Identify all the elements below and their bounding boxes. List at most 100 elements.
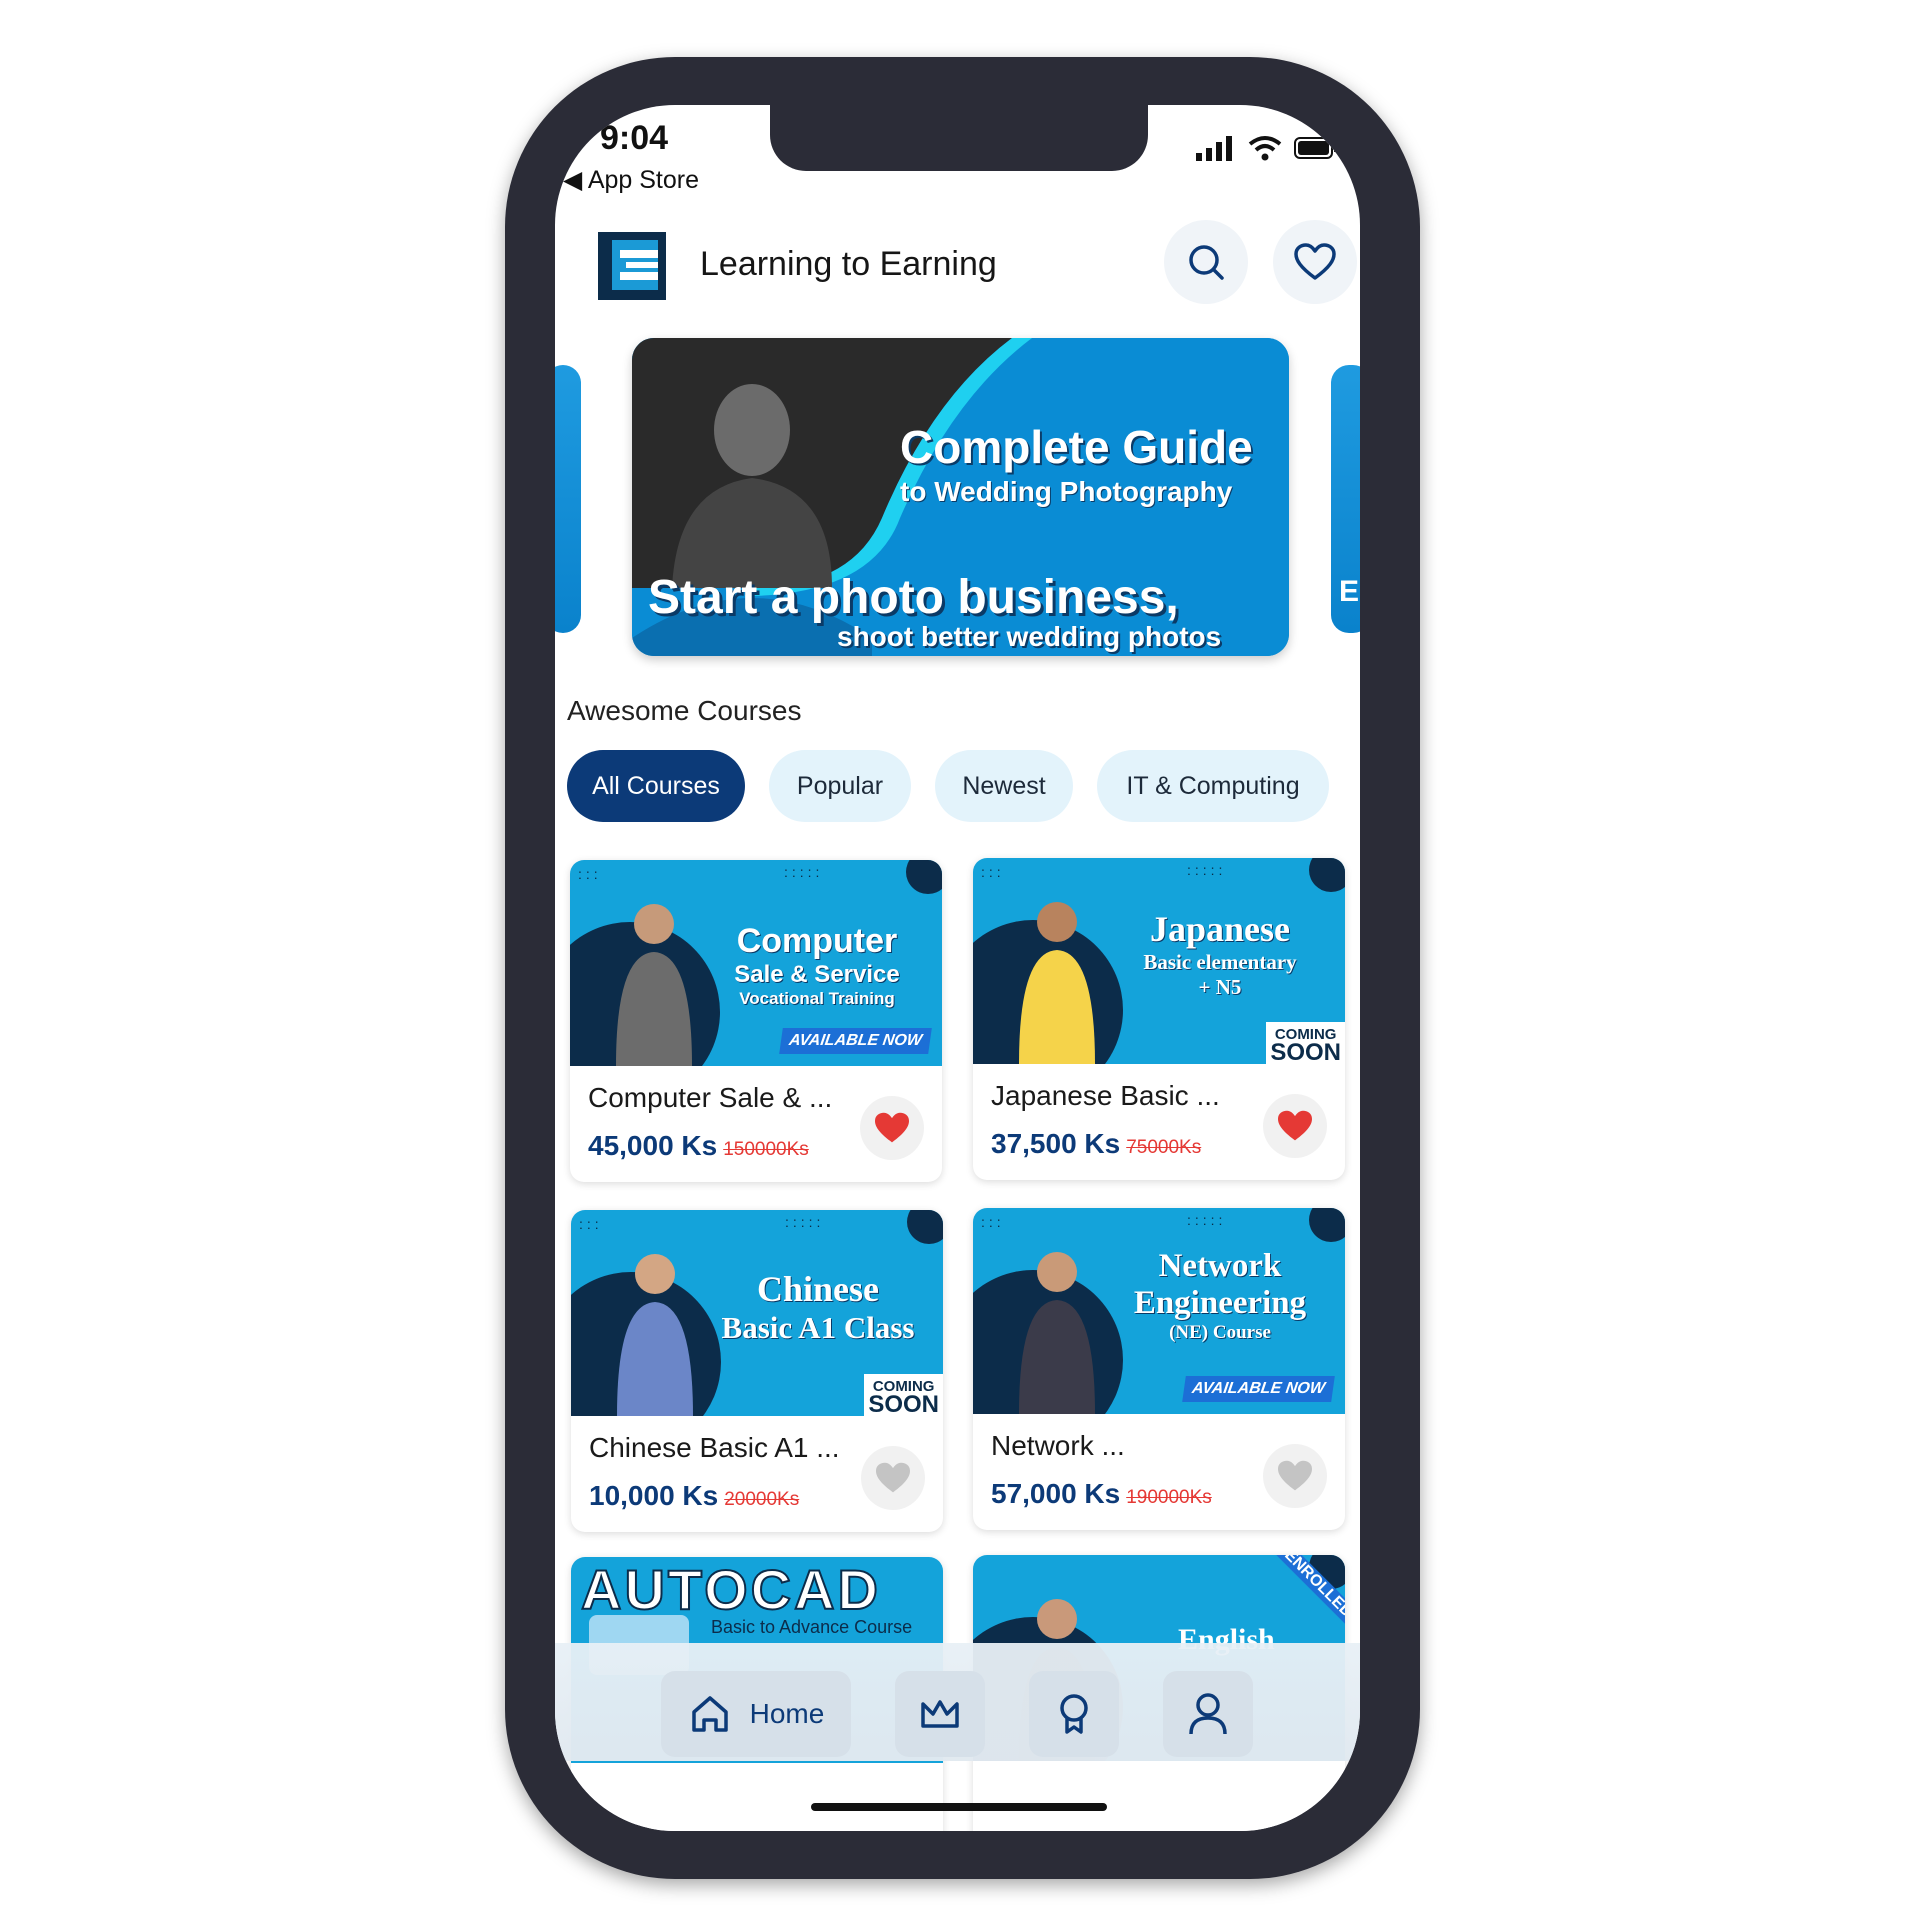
course-price: 10,000 Ks 20000Ks	[589, 1480, 799, 1512]
badge-bottom: SOON	[1270, 1039, 1341, 1065]
thumb-line-2: Basic elementary	[1143, 950, 1297, 974]
favorites-button[interactable]	[1273, 220, 1357, 304]
current-price: 37,500 Ks	[991, 1128, 1121, 1159]
course-name: Network ...	[991, 1430, 1125, 1461]
back-label: App Store	[587, 166, 699, 194]
chip-it-computing[interactable]: IT & Computing	[1097, 750, 1329, 822]
search-icon	[1189, 245, 1224, 280]
coming-soon-badge: COMING SOON	[864, 1374, 943, 1416]
award-icon	[1060, 1694, 1088, 1734]
featured-banner[interactable]: Complete Guide to Wedding Photography St…	[632, 338, 1289, 656]
badge-bottom: SOON	[868, 1391, 939, 1417]
favorite-toggle[interactable]	[1263, 1094, 1327, 1158]
instructor-photo	[616, 904, 692, 1066]
current-price: 45,000 Ks	[588, 1130, 718, 1161]
banner-next-letter: E	[1339, 575, 1360, 608]
instructor-photo	[1019, 1252, 1095, 1414]
home-icon	[691, 1696, 728, 1732]
decor-dots: :::::	[1187, 862, 1227, 878]
course-card-computer[interactable]: ::: ::::: Computer Sale & Service Vocati…	[570, 860, 942, 1182]
signal-icon	[1196, 136, 1232, 161]
course-price: 57,000 Ks 190000Ks	[991, 1478, 1212, 1510]
instructor-photo	[1019, 902, 1095, 1064]
decor-dots: :::	[578, 866, 602, 882]
chip-popular[interactable]: Popular	[769, 750, 911, 822]
heart-outline-icon	[1294, 243, 1336, 280]
thumb-line-1: Network	[1158, 1248, 1282, 1284]
heart-filled-icon	[876, 1462, 910, 1493]
thumbnail-title: Chinese Basic A1 Class	[703, 1268, 933, 1346]
course-thumbnail: ::: ::::: Computer Sale & Service Vocati…	[570, 860, 942, 1066]
thumb-line-1: AUTOCAD	[580, 1557, 881, 1622]
course-thumbnail: ::: ::::: Network Engineering (NE) Cours…	[973, 1208, 1345, 1414]
thumb-line-3: Vocational Training	[739, 989, 895, 1008]
chip-newest[interactable]: Newest	[935, 750, 1073, 822]
decor-circle	[906, 860, 942, 894]
banner-next-peek[interactable]: E	[1331, 365, 1360, 633]
search-button[interactable]	[1164, 220, 1248, 304]
heart-filled-icon	[1278, 1110, 1312, 1141]
course-card-japanese[interactable]: ::: ::::: Japanese Basic elementary + N5…	[973, 858, 1345, 1180]
chip-all-courses[interactable]: All Courses	[567, 750, 745, 822]
banner-tagline: shoot better wedding photos	[837, 621, 1222, 652]
old-price: 20000Ks	[724, 1489, 800, 1510]
heart-filled-icon	[875, 1112, 909, 1143]
course-thumbnail: ::: ::::: Japanese Basic elementary + N5…	[973, 858, 1345, 1064]
instructor-photo	[617, 1254, 693, 1416]
thumbnail-title: Computer Sale & Service Vocational Train…	[702, 922, 932, 1009]
thumbnail-title: Network Engineering (NE) Course	[1105, 1248, 1335, 1344]
decor-dots: :::	[579, 1216, 603, 1232]
nav-home[interactable]: Home	[661, 1671, 851, 1757]
decor-dots: :::::	[785, 1214, 825, 1230]
nav-premium[interactable]	[895, 1671, 985, 1757]
section-title: Awesome Courses	[567, 695, 802, 726]
back-to-app-store[interactable]: ◀ App Store	[563, 165, 699, 195]
decor-circle	[1309, 858, 1345, 892]
profile-icon	[1189, 1693, 1227, 1735]
current-price: 57,000 Ks	[991, 1478, 1121, 1509]
status-time: 9:04	[600, 119, 669, 157]
battery-icon	[1294, 137, 1337, 159]
thumb-line-1: Computer	[736, 922, 898, 960]
decor-dots: :::::	[784, 864, 824, 880]
crown-icon	[921, 1700, 959, 1728]
course-price: 37,500 Ks 75000Ks	[991, 1128, 1201, 1160]
banner-title: Complete Guide	[900, 421, 1253, 473]
app-logo	[598, 232, 666, 300]
thumb-line-1: Japanese	[1149, 909, 1290, 949]
favorite-toggle[interactable]	[861, 1446, 925, 1510]
course-card-network[interactable]: ::: ::::: Network Engineering (NE) Cours…	[973, 1208, 1345, 1530]
nav-profile[interactable]	[1163, 1671, 1253, 1757]
decor-dots: :::::	[1187, 1212, 1227, 1228]
back-triangle-icon: ◀	[563, 166, 583, 194]
nav-certificates[interactable]	[1029, 1671, 1119, 1757]
course-thumbnail: ::: ::::: Chinese Basic A1 Class COMING …	[571, 1210, 943, 1416]
thumb-line-3: + N5	[1198, 975, 1242, 999]
bottom-navigation: Home	[555, 1643, 1360, 1761]
thumb-line-2: Sale & Service	[734, 961, 900, 988]
status-icons	[1196, 135, 1338, 161]
thumb-line-2: Engineering	[1133, 1285, 1307, 1321]
heart-filled-icon	[1278, 1460, 1312, 1491]
decor-circle	[1309, 1208, 1345, 1242]
old-price: 75000Ks	[1126, 1137, 1202, 1158]
old-price: 190000Ks	[1126, 1487, 1212, 1508]
wifi-icon	[1248, 136, 1282, 161]
availability-badge: AVAILABLE NOW	[779, 1028, 932, 1054]
favorite-toggle[interactable]	[1263, 1444, 1327, 1508]
course-name: Chinese Basic A1 ...	[589, 1432, 840, 1463]
banner-prev-peek[interactable]	[555, 365, 581, 633]
thumb-line-1: Chinese	[756, 1269, 879, 1309]
availability-badge: AVAILABLE NOW	[1182, 1376, 1335, 1402]
thumb-line-2: Basic to Advance Course	[711, 1617, 913, 1637]
course-card-chinese[interactable]: ::: ::::: Chinese Basic A1 Class COMING …	[571, 1210, 943, 1532]
thumbnail-title: Japanese Basic elementary + N5	[1105, 908, 1335, 1000]
decor-circle	[907, 1210, 943, 1244]
old-price: 150000Ks	[723, 1139, 809, 1160]
banner-subtitle: to Wedding Photography	[900, 476, 1233, 507]
thumb-line-2: Basic A1 Class	[721, 1310, 915, 1345]
favorite-toggle[interactable]	[860, 1096, 924, 1160]
home-indicator[interactable]	[811, 1803, 1107, 1811]
phone-notch	[770, 105, 1148, 171]
thumb-line-3: (NE) Course	[1169, 1322, 1271, 1343]
